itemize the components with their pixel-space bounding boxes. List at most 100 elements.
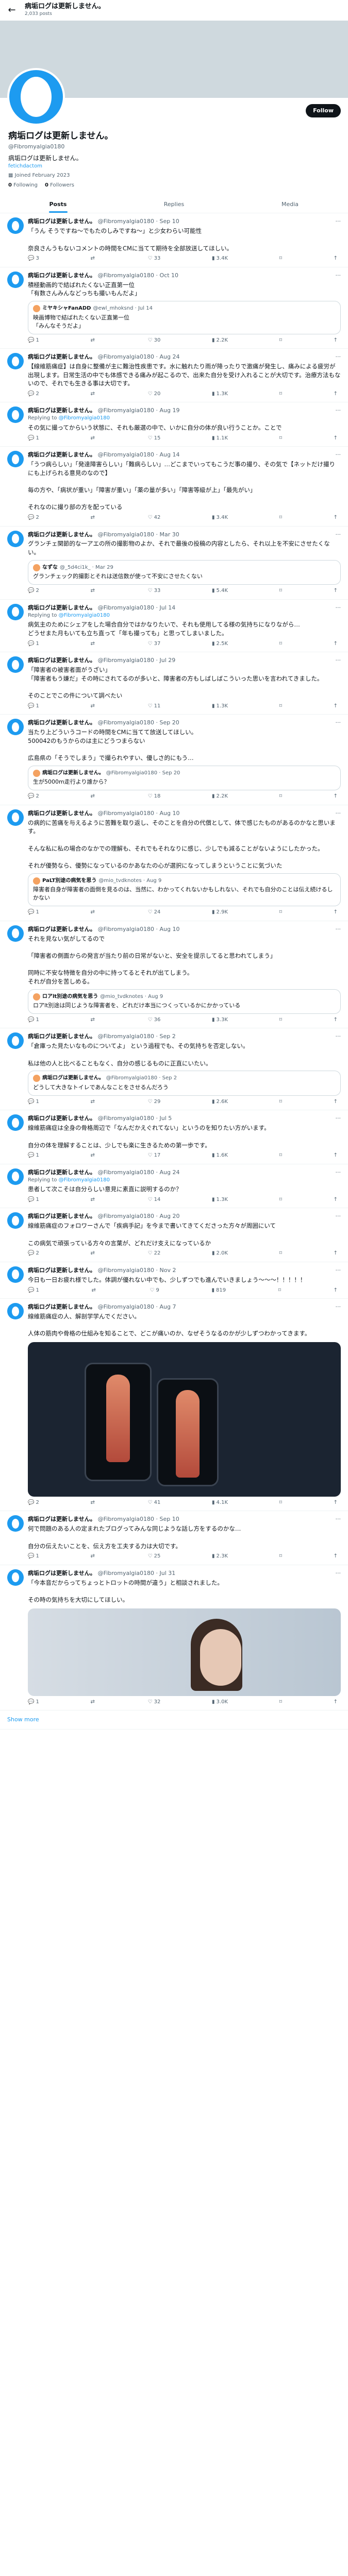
avatar[interactable]: [7, 1515, 24, 1532]
more-icon[interactable]: ···: [336, 1515, 341, 1523]
author-name[interactable]: 病垢ログは更新しません。: [28, 809, 96, 818]
like-button[interactable]: ♡ 22: [148, 1250, 161, 1258]
author-name[interactable]: 病垢ログは更新しません。: [28, 925, 96, 934]
reply-button[interactable]: 💬 1: [28, 435, 39, 443]
author-name[interactable]: 病垢ログは更新しません。: [28, 1212, 96, 1221]
reply-button[interactable]: 💬 1: [28, 1098, 39, 1106]
retweet-button[interactable]: ⇄: [91, 1553, 96, 1561]
avatar[interactable]: [7, 1114, 24, 1131]
like-button[interactable]: ♡ 17: [148, 1152, 161, 1160]
avatar[interactable]: [7, 719, 24, 736]
reply-button[interactable]: 💬 3: [28, 255, 39, 263]
share-icon[interactable]: ↑: [334, 703, 338, 710]
retweet-button[interactable]: ⇄: [91, 909, 96, 917]
retweet-button[interactable]: ⇄: [91, 703, 96, 710]
reply-button[interactable]: 💬 2: [28, 391, 39, 398]
share-icon[interactable]: ↑: [334, 793, 338, 801]
retweet-button[interactable]: ⇄: [91, 255, 96, 263]
more-icon[interactable]: ···: [336, 809, 341, 818]
reply-button[interactable]: 💬 2: [28, 1250, 39, 1258]
tweet[interactable]: 病垢ログは更新しません。 @Fibromyalgia0180 · Aug 20 ··…: [0, 1208, 348, 1262]
reply-button[interactable]: 💬 1: [28, 703, 39, 710]
bookmark-icon[interactable]: ⌑: [279, 1699, 282, 1706]
more-icon[interactable]: ···: [336, 719, 341, 727]
like-button[interactable]: ♡ 41: [148, 1499, 161, 1507]
tweet-media-image[interactable]: [28, 1342, 341, 1497]
reply-button[interactable]: 💬 1: [28, 1287, 39, 1295]
reply-button[interactable]: 💬 2: [28, 1499, 39, 1507]
share-icon[interactable]: ↑: [334, 1016, 338, 1024]
avatar[interactable]: [7, 809, 24, 826]
quoted-tweet[interactable]: なずな @_5d4ci1k_ · Mar 29 グランチェック的撮影とそれは送信数が…: [28, 560, 341, 585]
retweet-button[interactable]: ⇄: [91, 1016, 96, 1024]
tweet[interactable]: 病垢ログは更新しません。 @Fibromyalgia0180 · Nov 2 ···…: [0, 1262, 348, 1299]
tab-posts[interactable]: Posts: [0, 195, 116, 213]
reply-button[interactable]: 💬 1: [28, 1152, 39, 1160]
retweet-button[interactable]: ⇄: [91, 1699, 96, 1706]
author-name[interactable]: 病垢ログは更新しません。: [28, 719, 96, 727]
share-icon[interactable]: ↑: [334, 1152, 338, 1160]
author-name[interactable]: 病垢ログは更新しません。: [28, 353, 96, 361]
retweet-button[interactable]: ⇄: [91, 435, 96, 443]
retweet-button[interactable]: ⇄: [91, 1196, 96, 1204]
back-arrow-icon[interactable]: ←: [6, 4, 18, 17]
like-button[interactable]: ♡ 30: [148, 337, 161, 345]
like-button[interactable]: ♡ 24: [148, 909, 161, 917]
following-count[interactable]: 0 Following: [8, 182, 38, 190]
like-button[interactable]: ♡ 33: [148, 587, 161, 595]
retweet-button[interactable]: ⇄: [91, 1287, 97, 1295]
views-button[interactable]: ▮ 3.0K: [212, 1699, 228, 1706]
avatar[interactable]: [7, 656, 24, 673]
tweet[interactable]: 病垢ログは更新しません。 @Fibromyalgia0180 · Jul 5 ···…: [0, 1110, 348, 1164]
profile-link[interactable]: fetichdactom: [8, 163, 340, 171]
share-icon[interactable]: ↑: [334, 337, 338, 345]
tweet-media-image[interactable]: [28, 1608, 341, 1696]
like-button[interactable]: ♡ 32: [148, 1699, 161, 1706]
views-button[interactable]: ▮ 2.2K: [212, 793, 228, 801]
bookmark-icon[interactable]: ⌑: [278, 1287, 281, 1295]
reply-button[interactable]: 💬 1: [28, 1553, 39, 1561]
share-icon[interactable]: ↑: [334, 1499, 338, 1507]
author-name[interactable]: 病垢ログは更新しません。: [28, 217, 96, 226]
more-icon[interactable]: ···: [336, 1032, 341, 1041]
author-name[interactable]: 病垢ログは更新しません。: [28, 1168, 96, 1177]
tweet[interactable]: 病垢ログは更新しません。 @Fibromyalgia0180 · Jul 14 ··…: [0, 600, 348, 653]
quoted-tweet[interactable]: ロアlt別途の病気を思う @mio_tvdknotes · Aug 9 ロアlt別途…: [28, 989, 341, 1014]
like-button[interactable]: ♡ 37: [148, 640, 161, 648]
bookmark-icon[interactable]: ⌑: [279, 1016, 282, 1024]
avatar[interactable]: [7, 1212, 24, 1229]
more-icon[interactable]: ···: [336, 531, 341, 539]
bookmark-icon[interactable]: ⌑: [279, 1499, 282, 1507]
tweet[interactable]: 病垢ログは更新しません。 @Fibromyalgia0180 · Sep 10 ··…: [0, 213, 348, 267]
tweet[interactable]: 病垢ログは更新しません。 @Fibromyalgia0180 · Jul 31 ··…: [0, 1565, 348, 1711]
bookmark-icon[interactable]: ⌑: [279, 1196, 282, 1204]
reply-button[interactable]: 💬 1: [28, 1196, 39, 1204]
quoted-tweet[interactable]: 病垢ログは更新しません。 @Fibromyalgia0180 · Sep 20 生が…: [28, 765, 341, 791]
tweet[interactable]: 病垢ログは更新しません。 @Fibromyalgia0180 · Jul 29 ··…: [0, 652, 348, 715]
avatar[interactable]: [7, 1303, 24, 1319]
bookmark-icon[interactable]: ⌑: [279, 337, 282, 345]
views-button[interactable]: ▮ 2.2K: [212, 337, 228, 345]
more-icon[interactable]: ···: [336, 406, 341, 415]
avatar[interactable]: [7, 271, 24, 288]
like-button[interactable]: ♡ 20: [148, 391, 161, 398]
retweet-button[interactable]: ⇄: [91, 587, 96, 595]
like-button[interactable]: ♡ 18: [148, 793, 161, 801]
retweet-button[interactable]: ⇄: [91, 514, 96, 522]
more-icon[interactable]: ···: [336, 272, 341, 280]
author-name[interactable]: 病垢ログは更新しません。: [28, 272, 96, 280]
tab-media[interactable]: Media: [232, 195, 348, 213]
bookmark-icon[interactable]: ⌑: [279, 587, 282, 595]
views-button[interactable]: ▮ 2.9K: [212, 909, 228, 917]
reply-button[interactable]: 💬 1: [28, 640, 39, 648]
tweet[interactable]: 病垢ログは更新しません。 @Fibromyalgia0180 · Aug 7 ···…: [0, 1299, 348, 1512]
retweet-button[interactable]: ⇄: [91, 793, 96, 801]
tweet[interactable]: 病垢ログは更新しません。 @Fibromyalgia0180 · Sep 20 ··…: [0, 715, 348, 805]
reply-button[interactable]: 💬 1: [28, 1699, 39, 1706]
bookmark-icon[interactable]: ⌑: [279, 1250, 282, 1258]
like-button[interactable]: ♡ 33: [148, 255, 161, 263]
bookmark-icon[interactable]: ⌑: [279, 435, 282, 443]
share-icon[interactable]: ↑: [334, 391, 338, 398]
views-button[interactable]: ▮ 1.3K: [212, 391, 228, 398]
views-button[interactable]: ▮ 1.6K: [212, 1152, 228, 1160]
